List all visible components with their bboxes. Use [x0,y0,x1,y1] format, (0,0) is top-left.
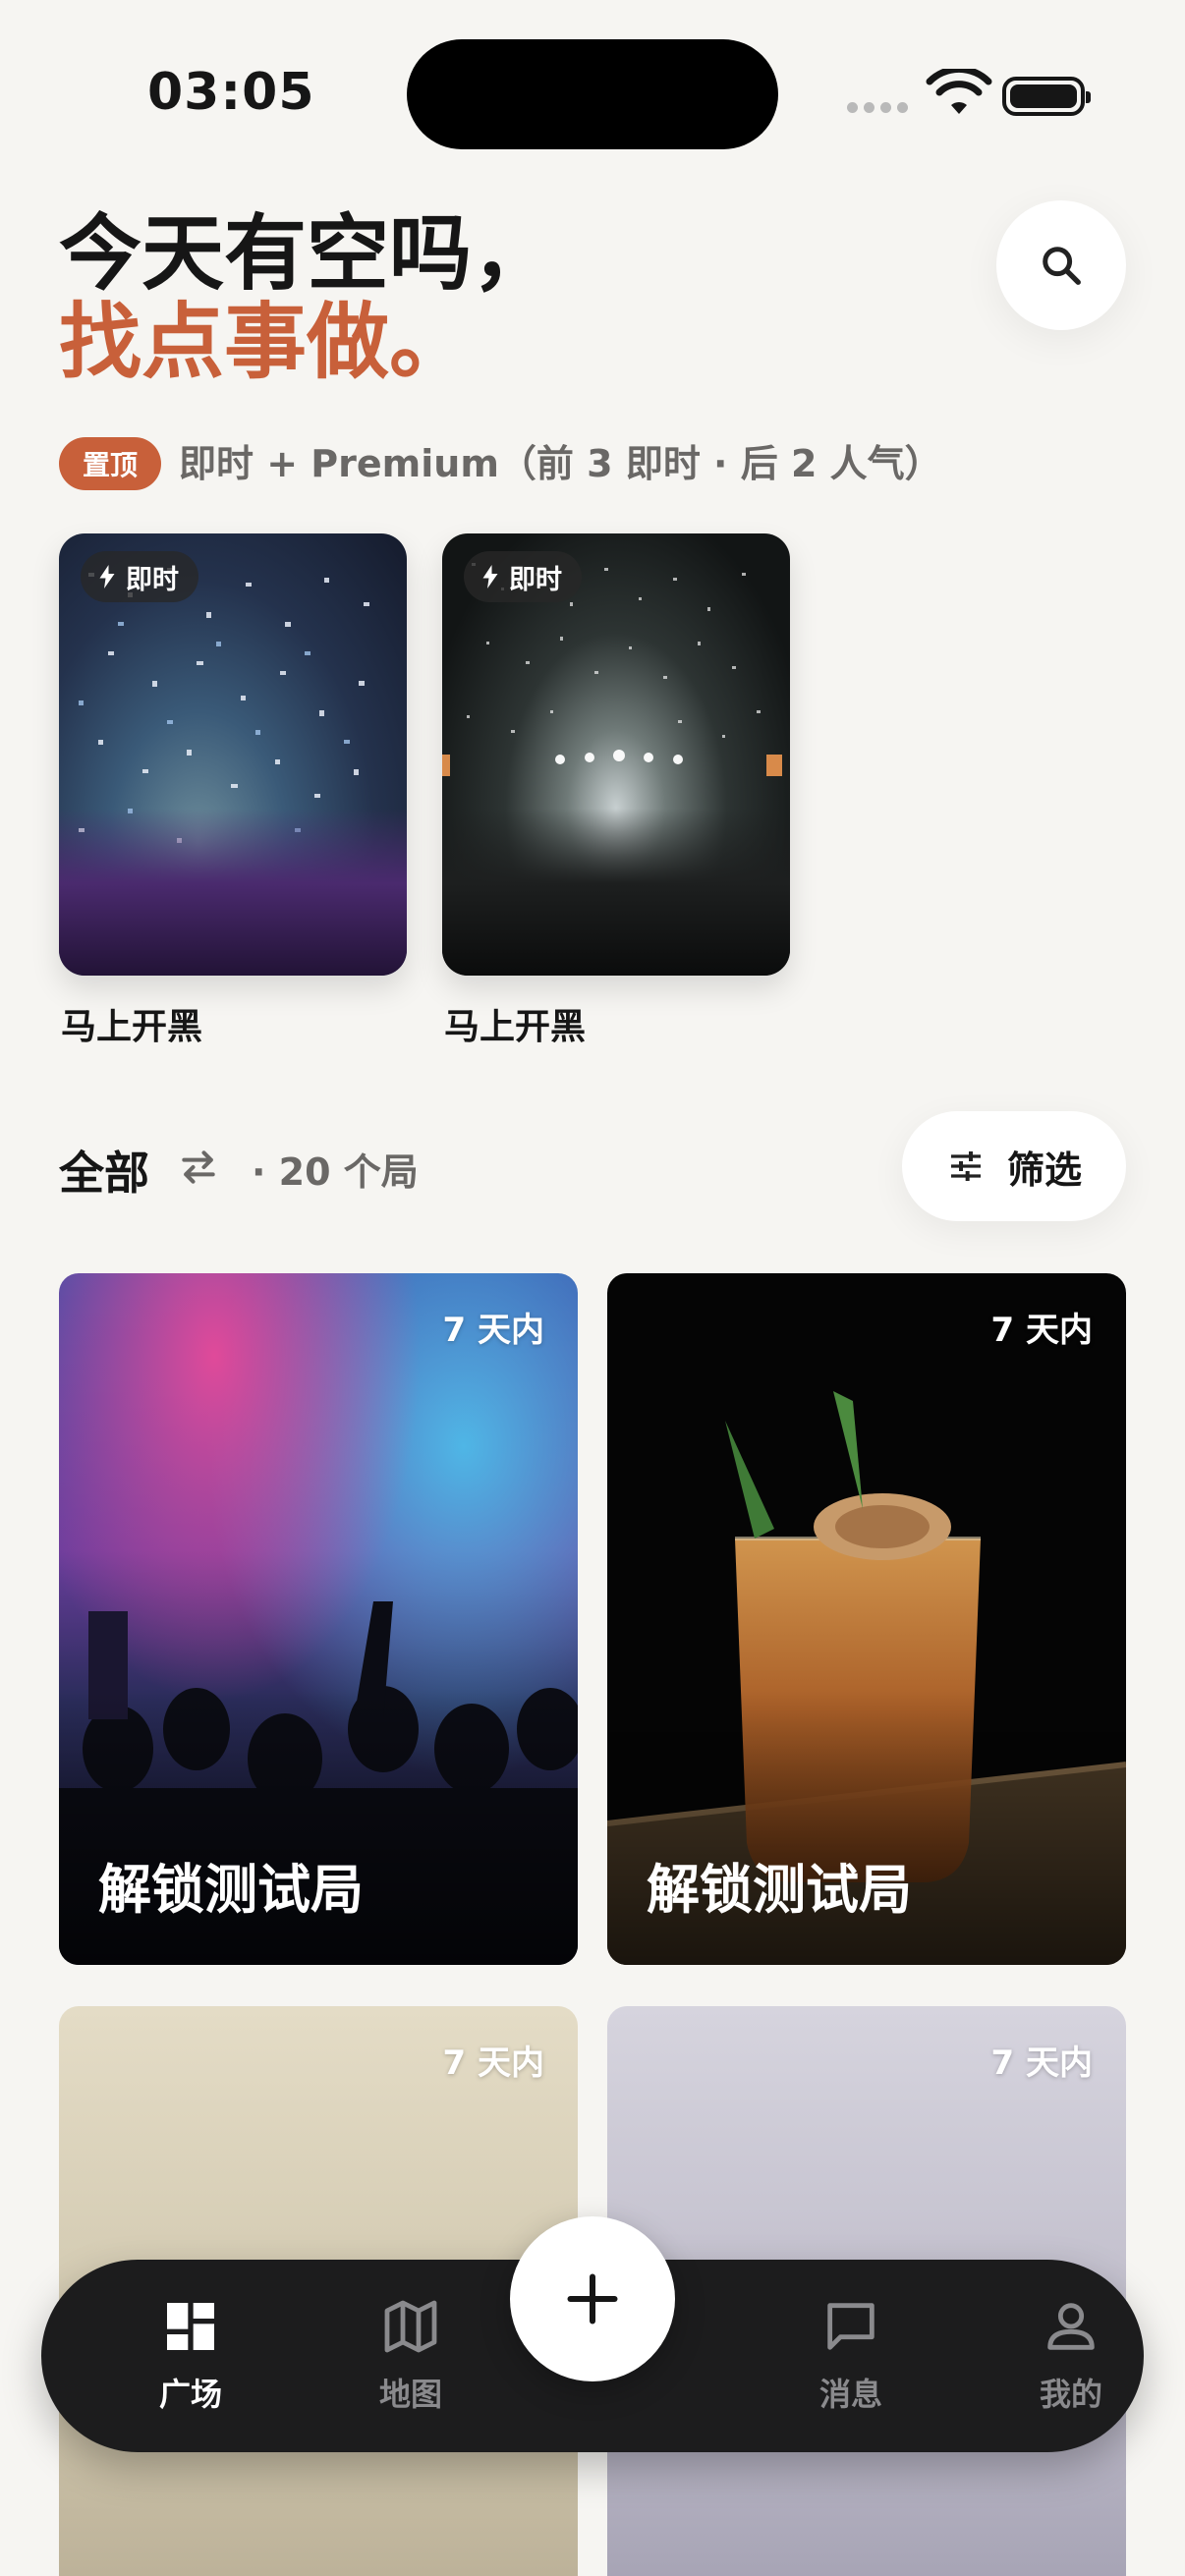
message-icon [827,2303,875,2350]
map-icon [384,2300,437,2353]
time-tag: 7 天内 [990,2044,1094,2083]
live-tag: 即时 [81,551,198,602]
tab-messages[interactable]: 消息 [772,2295,930,2423]
pinned-card[interactable]: 即时 [442,533,790,976]
search-button[interactable] [996,200,1126,330]
filter-button[interactable]: 筛选 [902,1111,1126,1221]
section-title[interactable]: 全部 [59,1138,149,1203]
sliders-icon [950,1151,981,1181]
plus-icon [567,2273,618,2324]
tab-map[interactable]: 地图 [332,2295,489,2423]
event-card-title: 解锁测试局 [98,1859,364,1921]
page-title-line1: 今天有空吗， [59,205,555,302]
search-icon [1043,247,1081,285]
pinned-card-caption: 马上开黑 [61,1007,203,1047]
pinned-badge: 置顶 [59,437,161,490]
dynamic-island [407,39,778,149]
create-button[interactable] [510,2216,675,2381]
event-card[interactable]: 7 天内 解锁测试局 [59,1273,578,1965]
status-icons [847,69,1091,124]
grid-icon [167,2303,214,2350]
event-card[interactable]: 7 天内 解锁测试局 [607,1273,1126,1965]
time-tag: 7 天内 [442,1311,545,1350]
lightning-icon [99,565,115,588]
pinned-description: 即时 + Premium（前 3 即时 · 后 2 人气） [179,442,942,485]
wifi-icon [926,69,992,114]
live-tag: 即时 [464,551,582,602]
event-card-title: 解锁测试局 [647,1859,912,1921]
swap-icon[interactable] [177,1146,220,1189]
battery-icon [1002,77,1091,116]
page-title-line2: 找点事做。 [59,294,473,390]
status-time: 03:05 [147,63,315,122]
time-tag: 7 天内 [442,2044,545,2083]
tab-plaza[interactable]: 广场 [112,2295,269,2423]
profile-icon [1047,2303,1095,2350]
pinned-card[interactable]: 即时 [59,533,407,976]
section-count: · 20 个局 [252,1150,419,1194]
pinned-card-caption: 马上开黑 [444,1007,587,1047]
signal-icon [847,102,908,113]
time-tag: 7 天内 [990,1311,1094,1350]
lightning-icon [482,565,498,588]
tab-profile[interactable]: 我的 [992,2295,1150,2423]
